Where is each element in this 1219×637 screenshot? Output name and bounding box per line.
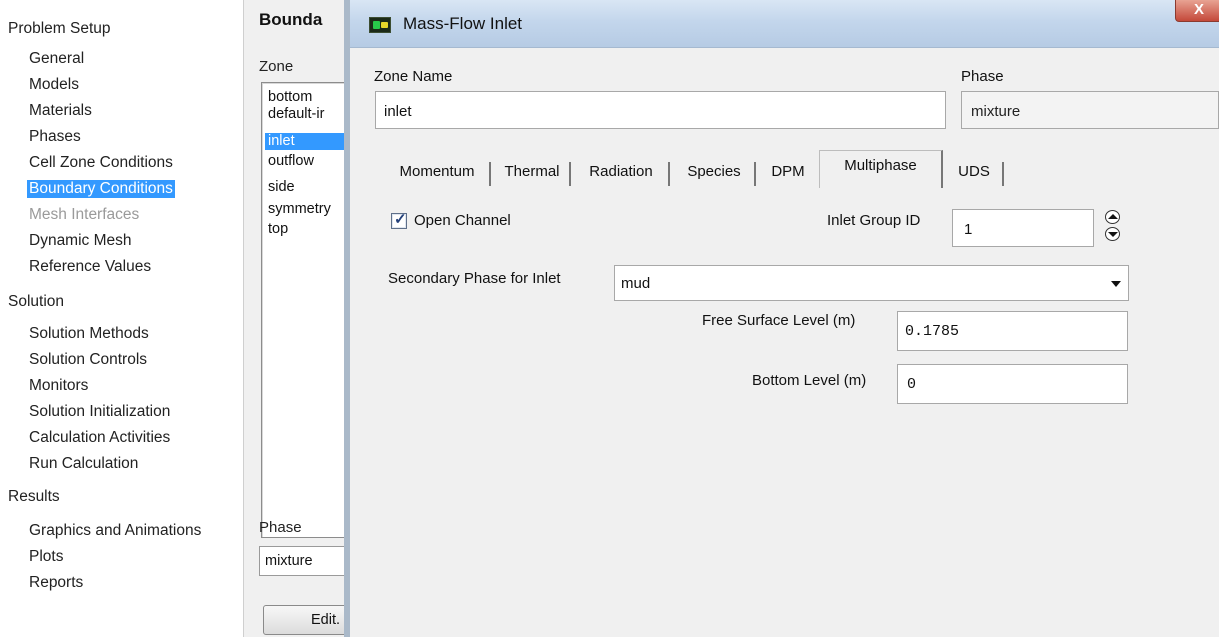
free-surface-level-label: Free Surface Level (m): [702, 312, 856, 329]
spin-down-icon[interactable]: [1105, 227, 1120, 241]
dialog-phase-field: mixture: [961, 91, 1219, 129]
dialog-body: Zone Name inlet Phase mixture Momentum T…: [350, 49, 1219, 637]
nav-item-materials[interactable]: Materials: [27, 102, 94, 120]
nav-item-dynamic-mesh[interactable]: Dynamic Mesh: [27, 232, 134, 250]
tab-separator: [1002, 162, 1004, 186]
open-channel-label: Open Channel: [414, 212, 511, 229]
tab-separator: [754, 162, 756, 186]
chevron-down-icon[interactable]: [1111, 281, 1121, 287]
nav-item-graphics-and-animations[interactable]: Graphics and Animations: [27, 522, 203, 540]
tab-separator: [569, 162, 571, 186]
nav-item-run-calculation[interactable]: Run Calculation: [27, 455, 140, 473]
inlet-group-id-label: Inlet Group ID: [827, 212, 921, 229]
bottom-level-label: Bottom Level (m): [752, 372, 867, 389]
nav-item-reference-values[interactable]: Reference Values: [27, 258, 153, 276]
bottom-level-field[interactable]: 0: [897, 364, 1128, 404]
zone-label: Zone: [259, 58, 294, 75]
free-surface-level-field[interactable]: 0.1785: [897, 311, 1128, 351]
nav-item-solution-initialization[interactable]: Solution Initialization: [27, 403, 172, 421]
tab-dpm[interactable]: DPM: [761, 154, 815, 188]
nav-item-reports[interactable]: Reports: [27, 574, 85, 592]
nav-section-problem-setup[interactable]: Problem Setup: [8, 20, 111, 38]
spin-up-icon[interactable]: [1105, 210, 1120, 224]
nav-section-solution[interactable]: Solution: [8, 293, 64, 311]
tab-radiation[interactable]: Radiation: [575, 154, 667, 188]
zone-item-outflow[interactable]: outflow: [265, 153, 317, 170]
secondary-phase-label: Secondary Phase for Inlet: [388, 270, 561, 287]
tab-momentum[interactable]: Momentum: [383, 154, 491, 188]
tab-separator: [489, 162, 491, 186]
nav-section-results[interactable]: Results: [8, 488, 60, 506]
tab-uds[interactable]: UDS: [948, 154, 1000, 188]
nav-item-models[interactable]: Models: [27, 76, 81, 94]
nav-item-calculation-activities[interactable]: Calculation Activities: [27, 429, 172, 447]
nav-item-general[interactable]: General: [27, 50, 86, 68]
dialog-titlebar[interactable]: Mass-Flow Inlet X: [350, 0, 1219, 48]
tab-separator: [668, 162, 670, 186]
fluent-app-icon: [369, 17, 391, 33]
nav-item-boundary-conditions[interactable]: Boundary Conditions: [27, 180, 175, 198]
secondary-phase-select[interactable]: mud: [614, 265, 1129, 301]
tab-multiphase[interactable]: Multiphase: [819, 150, 943, 188]
nav-item-cell-zone-conditions[interactable]: Cell Zone Conditions: [27, 154, 175, 172]
nav-item-solution-controls[interactable]: Solution Controls: [27, 351, 149, 369]
dialog-title: Mass-Flow Inlet: [403, 14, 523, 33]
zone-name-field[interactable]: inlet: [375, 91, 946, 129]
secondary-phase-value: mud: [621, 275, 651, 292]
tab-species[interactable]: Species: [674, 154, 754, 188]
phase-label: Phase: [259, 519, 302, 536]
mass-flow-inlet-dialog: Mass-Flow Inlet X Zone Name inlet Phase …: [344, 0, 1219, 637]
zone-item-side[interactable]: side: [265, 179, 298, 196]
nav-item-plots[interactable]: Plots: [27, 548, 65, 566]
zone-item-symmetry[interactable]: symmetry: [265, 201, 334, 218]
nav-item-phases[interactable]: Phases: [27, 128, 83, 146]
nav-item-mesh-interfaces[interactable]: Mesh Interfaces: [27, 206, 141, 224]
zone-name-label: Zone Name: [374, 68, 453, 85]
nav-item-solution-methods[interactable]: Solution Methods: [27, 325, 151, 343]
dialog-phase-label: Phase: [961, 68, 1004, 85]
inlet-group-id-field[interactable]: 1: [952, 209, 1094, 247]
zone-item-top[interactable]: top: [265, 221, 291, 238]
navigation-tree: Problem Setup General Models Materials P…: [0, 0, 243, 637]
zone-item-bottom[interactable]: bottom: [265, 89, 315, 106]
close-icon[interactable]: X: [1175, 0, 1219, 22]
tab-thermal[interactable]: Thermal: [495, 154, 569, 188]
open-channel-checkbox[interactable]: ✓: [391, 211, 407, 229]
panel-title: Bounda: [259, 10, 323, 29]
checkmark-icon: ✓: [394, 211, 407, 228]
edit-button[interactable]: Edit.: [263, 605, 353, 635]
zone-item-default-interior[interactable]: default-ir: [265, 106, 327, 123]
nav-item-monitors[interactable]: Monitors: [27, 377, 90, 395]
